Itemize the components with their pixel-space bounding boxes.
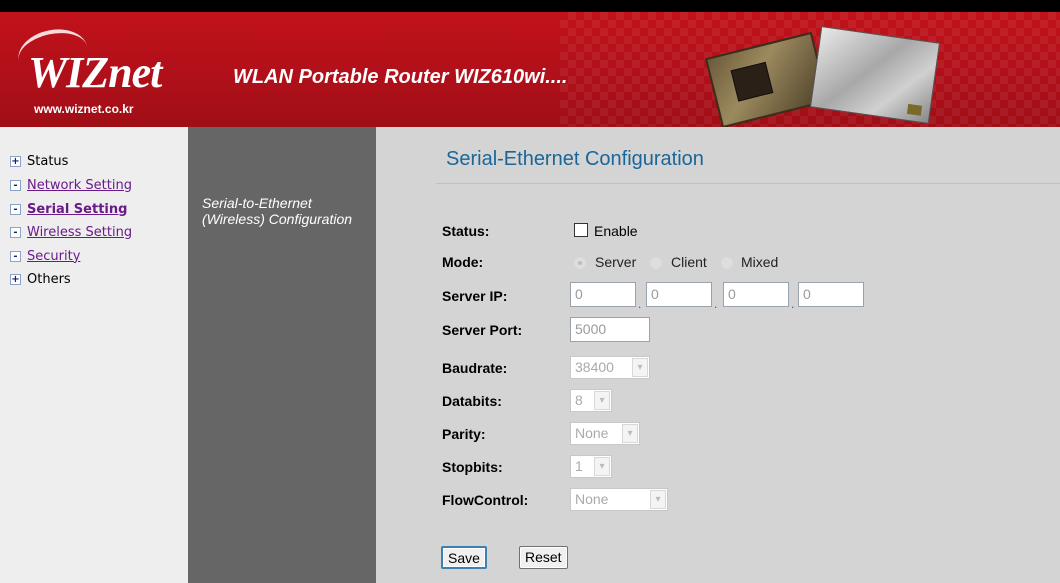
section-description: Serial-to-Ethernet (Wireless) Configurat… <box>202 195 353 227</box>
stopbits-value: 1 <box>575 458 583 474</box>
stopbits-select[interactable]: 1 ▾ <box>570 455 612 478</box>
wifi-module-image <box>809 26 941 124</box>
collapse-icon[interactable]: - <box>10 226 21 238</box>
baudrate-select[interactable]: 38400 ▾ <box>570 356 650 379</box>
enable-label[interactable]: Enable <box>594 223 638 239</box>
sidebar-item-label[interactable]: Serial Setting <box>27 202 127 217</box>
mode-server-radio[interactable] <box>574 257 586 269</box>
sidebar-item-others[interactable]: + Others <box>10 270 71 288</box>
collapse-icon[interactable]: - <box>10 250 21 262</box>
ip-separator: . <box>714 297 718 311</box>
mode-client-radio[interactable] <box>650 257 662 269</box>
status-label: Status: <box>442 223 490 239</box>
sidebar-item-label[interactable]: Security <box>27 249 80 264</box>
wiznet-logo: WIZnet <box>28 48 162 97</box>
stopbits-row: Stopbits: <box>442 455 503 479</box>
server-port-row: Server Port: <box>442 318 522 342</box>
flowcontrol-row: FlowControl: <box>442 488 528 512</box>
header-banner: WIZnet www.wiznet.co.kr WLAN Portable Ro… <box>0 12 1060 127</box>
flowcontrol-label: FlowControl: <box>442 492 529 508</box>
collapse-icon[interactable]: - <box>10 203 21 215</box>
parity-row: Parity: <box>442 422 486 446</box>
baudrate-row: Baudrate: <box>442 356 507 380</box>
logo-url: www.wiznet.co.kr <box>34 102 134 116</box>
chevron-down-icon[interactable]: ▾ <box>650 490 666 509</box>
mode-mixed-radio[interactable] <box>721 257 733 269</box>
server-port-label: Server Port: <box>442 322 523 338</box>
parity-select[interactable]: None ▾ <box>570 422 640 445</box>
databits-select[interactable]: 8 ▾ <box>570 389 612 412</box>
sidebar-item-label[interactable]: Wireless Setting <box>27 225 132 240</box>
sidebar-item-security[interactable]: - Security <box>10 247 80 265</box>
mode-row: Mode: <box>442 250 483 274</box>
flowcontrol-select[interactable]: None ▾ <box>570 488 668 511</box>
flowcontrol-value: None <box>575 491 609 507</box>
mode-client-label[interactable]: Client <box>671 254 707 270</box>
expand-icon[interactable]: + <box>10 273 21 285</box>
sidebar-item-network-setting[interactable]: - Network Setting <box>10 176 132 194</box>
databits-row: Databits: <box>442 389 502 413</box>
chevron-down-icon[interactable]: ▾ <box>632 358 648 377</box>
chevron-down-icon[interactable]: ▾ <box>594 391 610 410</box>
sidebar-item-status[interactable]: + Status <box>10 152 68 170</box>
save-button[interactable]: Save <box>441 546 487 569</box>
section-description-panel: Serial-to-Ethernet (Wireless) Configurat… <box>188 127 376 583</box>
baudrate-label: Baudrate: <box>442 360 508 376</box>
server-ip-octet-3[interactable]: 0 <box>723 282 789 307</box>
stopbits-label: Stopbits: <box>442 459 503 475</box>
sidebar-item-label[interactable]: Network Setting <box>27 178 132 193</box>
collapse-icon[interactable]: - <box>10 179 21 191</box>
sidebar-item-label: Status <box>27 153 69 169</box>
server-ip-row: Server IP: <box>442 284 507 308</box>
server-ip-octet-4[interactable]: 0 <box>798 282 864 307</box>
main-panel: Serial-Ethernet Configuration Status: En… <box>376 127 1060 583</box>
chevron-down-icon[interactable]: ▾ <box>622 424 638 443</box>
chevron-down-icon[interactable]: ▾ <box>594 457 610 476</box>
ip-separator: . <box>791 297 795 311</box>
page-title: Serial-Ethernet Configuration <box>446 148 704 170</box>
parity-value: None <box>575 425 609 441</box>
databits-label: Databits: <box>442 393 502 409</box>
sidebar-item-wireless-setting[interactable]: - Wireless Setting <box>10 223 132 241</box>
sidebar-item-label: Others <box>27 271 71 287</box>
mode-server-label[interactable]: Server <box>595 254 636 270</box>
status-row: Status: <box>442 219 489 243</box>
mode-mixed-label[interactable]: Mixed <box>741 254 778 270</box>
expand-icon[interactable]: + <box>10 155 21 167</box>
databits-value: 8 <box>575 392 583 408</box>
parity-label: Parity: <box>442 426 486 442</box>
divider <box>436 183 1060 184</box>
server-ip-octet-2[interactable]: 0 <box>646 282 712 307</box>
top-black-bar <box>0 0 1060 12</box>
sidebar: + Status - Network Setting - Serial Sett… <box>0 127 188 583</box>
reset-button[interactable]: Reset <box>519 546 568 569</box>
header-title: WLAN Portable Router WIZ610wi.... <box>233 66 568 88</box>
server-port-input[interactable]: 5000 <box>570 317 650 342</box>
enable-checkbox[interactable] <box>574 223 588 237</box>
baudrate-value: 38400 <box>575 359 614 375</box>
server-ip-octet-1[interactable]: 0 <box>570 282 636 307</box>
sidebar-item-serial-setting[interactable]: - Serial Setting <box>10 200 127 218</box>
ip-separator: . <box>638 297 642 311</box>
server-ip-label: Server IP: <box>442 288 508 304</box>
mode-label: Mode: <box>442 254 484 270</box>
